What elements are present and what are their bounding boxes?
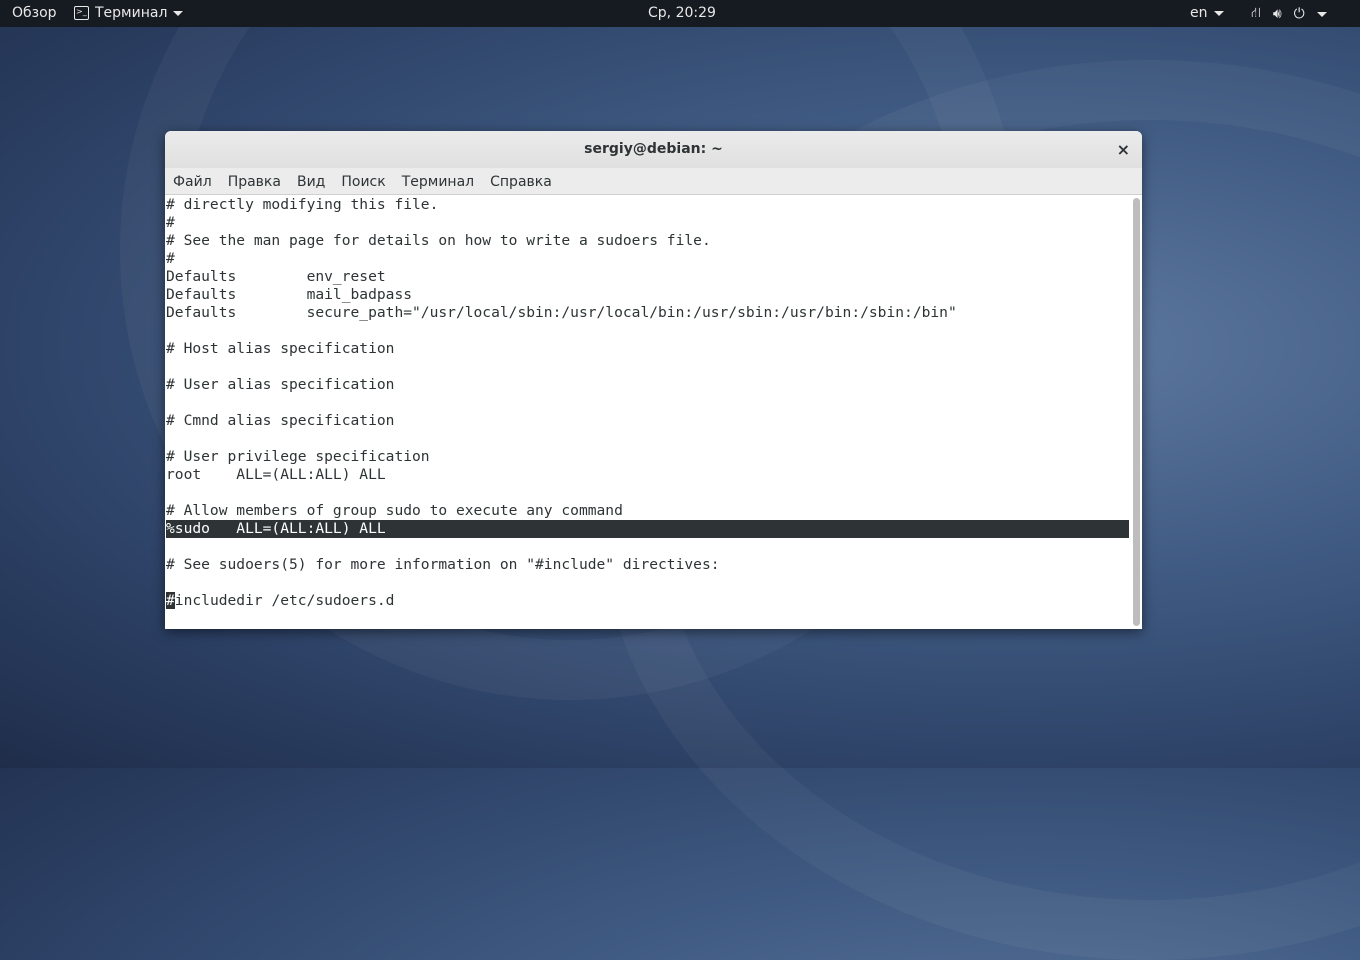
terminal-line: # Allow members of group sudo to execute… <box>166 502 623 519</box>
terminal-window: sergiy@debian: ~ × Файл Правка Вид Поиск… <box>165 131 1142 629</box>
language-selector[interactable]: en <box>1190 5 1224 21</box>
line-text: includedir /etc/sudoers.d <box>174 592 395 609</box>
terminal-line: # User privilege specification <box>166 448 430 465</box>
terminal-line: # directly modifying this file. <box>166 196 439 213</box>
title-bar[interactable]: sergiy@debian: ~ × <box>165 131 1142 168</box>
app-menu[interactable]: >_ Терминал <box>74 5 184 21</box>
selected-line: %sudo ALL=(ALL:ALL) ALL <box>166 520 1129 538</box>
volume-icon: 🔊︎ <box>1272 6 1282 22</box>
terminal-line: # See sudoers(5) for more information on… <box>166 556 720 573</box>
terminal-line: Defaults env_reset <box>166 268 386 285</box>
menu-search[interactable]: Поиск <box>341 168 393 194</box>
activities-label: Обзор <box>12 5 57 21</box>
terminal-line: # <box>166 250 175 267</box>
menu-bar: Файл Правка Вид Поиск Терминал Справка <box>165 168 1142 195</box>
menu-edit[interactable]: Правка <box>228 168 289 194</box>
terminal-icon: >_ <box>74 6 89 20</box>
menu-help[interactable]: Справка <box>490 168 560 194</box>
menu-file[interactable]: Файл <box>173 168 220 194</box>
menu-view[interactable]: Вид <box>297 168 333 194</box>
chevron-down-icon <box>1213 10 1224 16</box>
terminal-line: #includedir /etc/sudoers.d <box>166 592 1129 610</box>
terminal-content[interactable]: # directly modifying this file. # # See th… <box>166 196 1129 626</box>
terminal-line: root ALL=(ALL:ALL) ALL <box>166 466 386 483</box>
clock-label: Ср, 20:29 <box>648 5 716 21</box>
language-label: en <box>1190 5 1208 21</box>
terminal-line: # See the man page for details on how to… <box>166 232 711 249</box>
system-menu[interactable]: ⛙ 🔊︎ ⏻ <box>1251 5 1327 23</box>
window-title: sergiy@debian: ~ <box>584 141 723 157</box>
close-icon[interactable]: × <box>1117 131 1130 168</box>
cursor: # <box>166 592 175 609</box>
terminal-line: # Cmnd alias specification <box>166 412 395 429</box>
activities-button[interactable]: Обзор <box>12 5 57 21</box>
terminal-line: # User alias specification <box>166 376 395 393</box>
scrollbar[interactable] <box>1133 198 1140 626</box>
terminal-line: # Host alias specification <box>166 340 395 357</box>
chevron-down-icon <box>1316 11 1327 17</box>
menu-terminal[interactable]: Терминал <box>402 168 482 194</box>
terminal-line: # <box>166 214 175 231</box>
app-menu-label: Терминал <box>95 5 168 21</box>
chevron-down-icon <box>173 10 184 16</box>
power-icon: ⏻ <box>1293 6 1305 22</box>
network-icon: ⛙ <box>1251 5 1261 21</box>
terminal-line: Defaults mail_badpass <box>166 286 413 303</box>
top-bar: Обзор >_ Терминал Ср, 20:29 en ⛙ 🔊︎ ⏻ <box>0 0 1360 27</box>
terminal-line: Defaults secure_path="/usr/local/sbin:/u… <box>166 304 957 321</box>
clock[interactable]: Ср, 20:29 <box>648 5 716 21</box>
